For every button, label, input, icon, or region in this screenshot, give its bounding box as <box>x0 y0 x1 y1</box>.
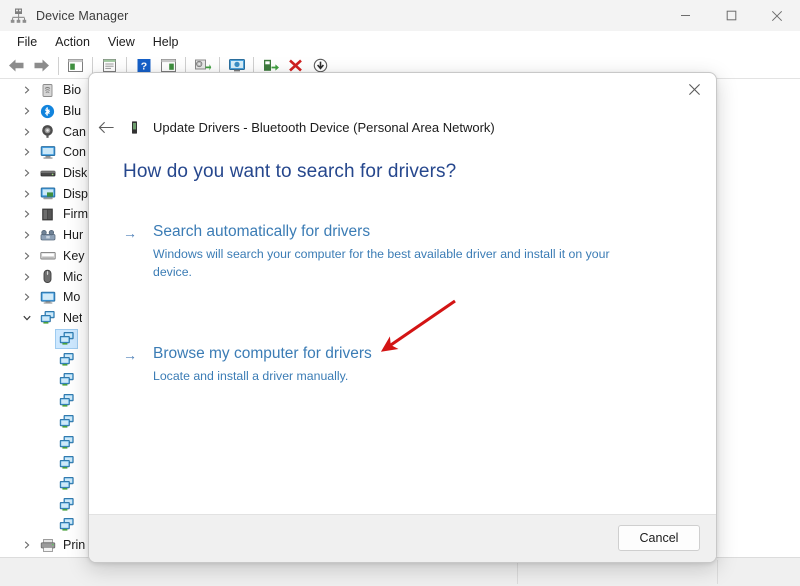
chevron-right-icon[interactable] <box>20 208 33 221</box>
tree-item-label: Firm <box>63 207 88 221</box>
keyboards-icon <box>39 248 56 264</box>
chevron-right-icon[interactable] <box>20 125 33 138</box>
menu-item-view[interactable]: View <box>99 33 144 51</box>
device-manager-window: Device Manager File Action View Help <box>0 0 800 586</box>
network-adapter-icon <box>56 516 77 534</box>
window-controls <box>662 0 800 31</box>
bluetooth-icon <box>39 103 56 119</box>
menu-item-help[interactable]: Help <box>144 33 188 51</box>
computer-icon <box>39 144 56 160</box>
mice-icon <box>39 269 56 285</box>
device-manager-icon <box>9 7 27 25</box>
tree-item-label: Net <box>63 311 82 325</box>
network-adapter-icon <box>56 454 77 472</box>
option-description: Windows will search your computer for th… <box>153 246 643 282</box>
biometric-devices-icon <box>39 82 56 98</box>
cancel-button[interactable]: Cancel <box>618 525 700 551</box>
tree-item-label: Key <box>63 249 85 263</box>
menu-item-action[interactable]: Action <box>46 33 99 51</box>
dialog-footer: Cancel <box>89 514 716 562</box>
tree-item-label: Mic <box>63 270 82 284</box>
forward-icon[interactable] <box>29 54 54 78</box>
network-adapter-icon <box>56 495 77 513</box>
firmware-icon <box>39 206 56 222</box>
option-title[interactable]: Browse my computer for drivers <box>153 345 643 362</box>
close-icon[interactable] <box>672 73 716 105</box>
human-interface-devices-icon <box>39 227 56 243</box>
chevron-right-icon[interactable] <box>20 105 33 118</box>
statusbar-divider <box>517 560 518 584</box>
dialog-heading: How do you want to search for drivers? <box>123 161 456 183</box>
cameras-icon <box>39 124 56 140</box>
network-adapter-icon <box>56 350 77 368</box>
chevron-right-icon[interactable] <box>20 270 33 283</box>
back-icon[interactable] <box>4 54 29 78</box>
tree-item-label: Blu <box>63 104 81 118</box>
toolbar-separator <box>58 57 59 75</box>
svg-text:?: ? <box>140 60 146 72</box>
network-adapter-icon <box>56 330 77 348</box>
chevron-right-icon[interactable] <box>20 167 33 180</box>
tree-item-label: Hur <box>63 228 83 242</box>
statusbar-divider <box>717 560 718 584</box>
chevron-right-icon[interactable] <box>20 539 33 552</box>
network-adapter-icon <box>56 412 77 430</box>
monitors-icon <box>39 289 56 305</box>
tree-item-label: Con <box>63 145 86 159</box>
network-adapters-icon <box>39 310 56 326</box>
dialog-header: Update Drivers - Bluetooth Device (Perso… <box>89 113 716 141</box>
tree-item-label: Mo <box>63 290 80 304</box>
tree-item-label: Can <box>63 125 86 139</box>
chevron-right-icon[interactable] <box>20 229 33 242</box>
print-queues-icon <box>39 537 56 553</box>
option-title[interactable]: Search automatically for drivers <box>153 223 643 240</box>
maximize-icon[interactable] <box>708 0 754 31</box>
browse-my-computer-for-drivers-option[interactable]: → Browse my computer for drivers Locate … <box>123 345 643 386</box>
search-automatically-for-drivers-option[interactable]: → Search automatically for drivers Windo… <box>123 223 643 282</box>
update-drivers-dialog: Update Drivers - Bluetooth Device (Perso… <box>88 72 717 563</box>
device-icon <box>125 118 143 136</box>
chevron-right-icon[interactable] <box>20 187 33 200</box>
network-adapter-icon <box>56 433 77 451</box>
network-adapter-icon <box>56 392 77 410</box>
arrow-right-icon: → <box>123 348 137 362</box>
chevron-right-icon[interactable] <box>20 146 33 159</box>
window-title: Device Manager <box>36 9 128 23</box>
tree-item-label: Prin <box>63 538 85 552</box>
menubar: File Action View Help <box>0 31 800 53</box>
tree-item-label: Disk <box>63 166 87 180</box>
tree-item-label: Disp <box>63 187 88 201</box>
tree-item-label: Bio <box>63 83 81 97</box>
menu-item-file[interactable]: File <box>8 33 46 51</box>
arrow-right-icon: → <box>123 226 137 240</box>
network-adapter-icon <box>56 474 77 492</box>
option-description: Locate and install a driver manually. <box>153 368 643 386</box>
titlebar: Device Manager <box>0 0 800 31</box>
dialog-title: Update Drivers - Bluetooth Device (Perso… <box>153 120 495 135</box>
minimize-icon[interactable] <box>662 0 708 31</box>
close-icon[interactable] <box>754 0 800 31</box>
chevron-down-icon[interactable] <box>20 311 33 324</box>
display-adapters-icon <box>39 186 56 202</box>
chevron-right-icon[interactable] <box>20 84 33 97</box>
chevron-right-icon[interactable] <box>20 291 33 304</box>
disk-drives-icon <box>39 165 56 181</box>
show-hide-console-tree-icon[interactable] <box>63 54 88 78</box>
back-arrow-icon[interactable] <box>93 121 119 134</box>
network-adapter-icon <box>56 371 77 389</box>
chevron-right-icon[interactable] <box>20 249 33 262</box>
